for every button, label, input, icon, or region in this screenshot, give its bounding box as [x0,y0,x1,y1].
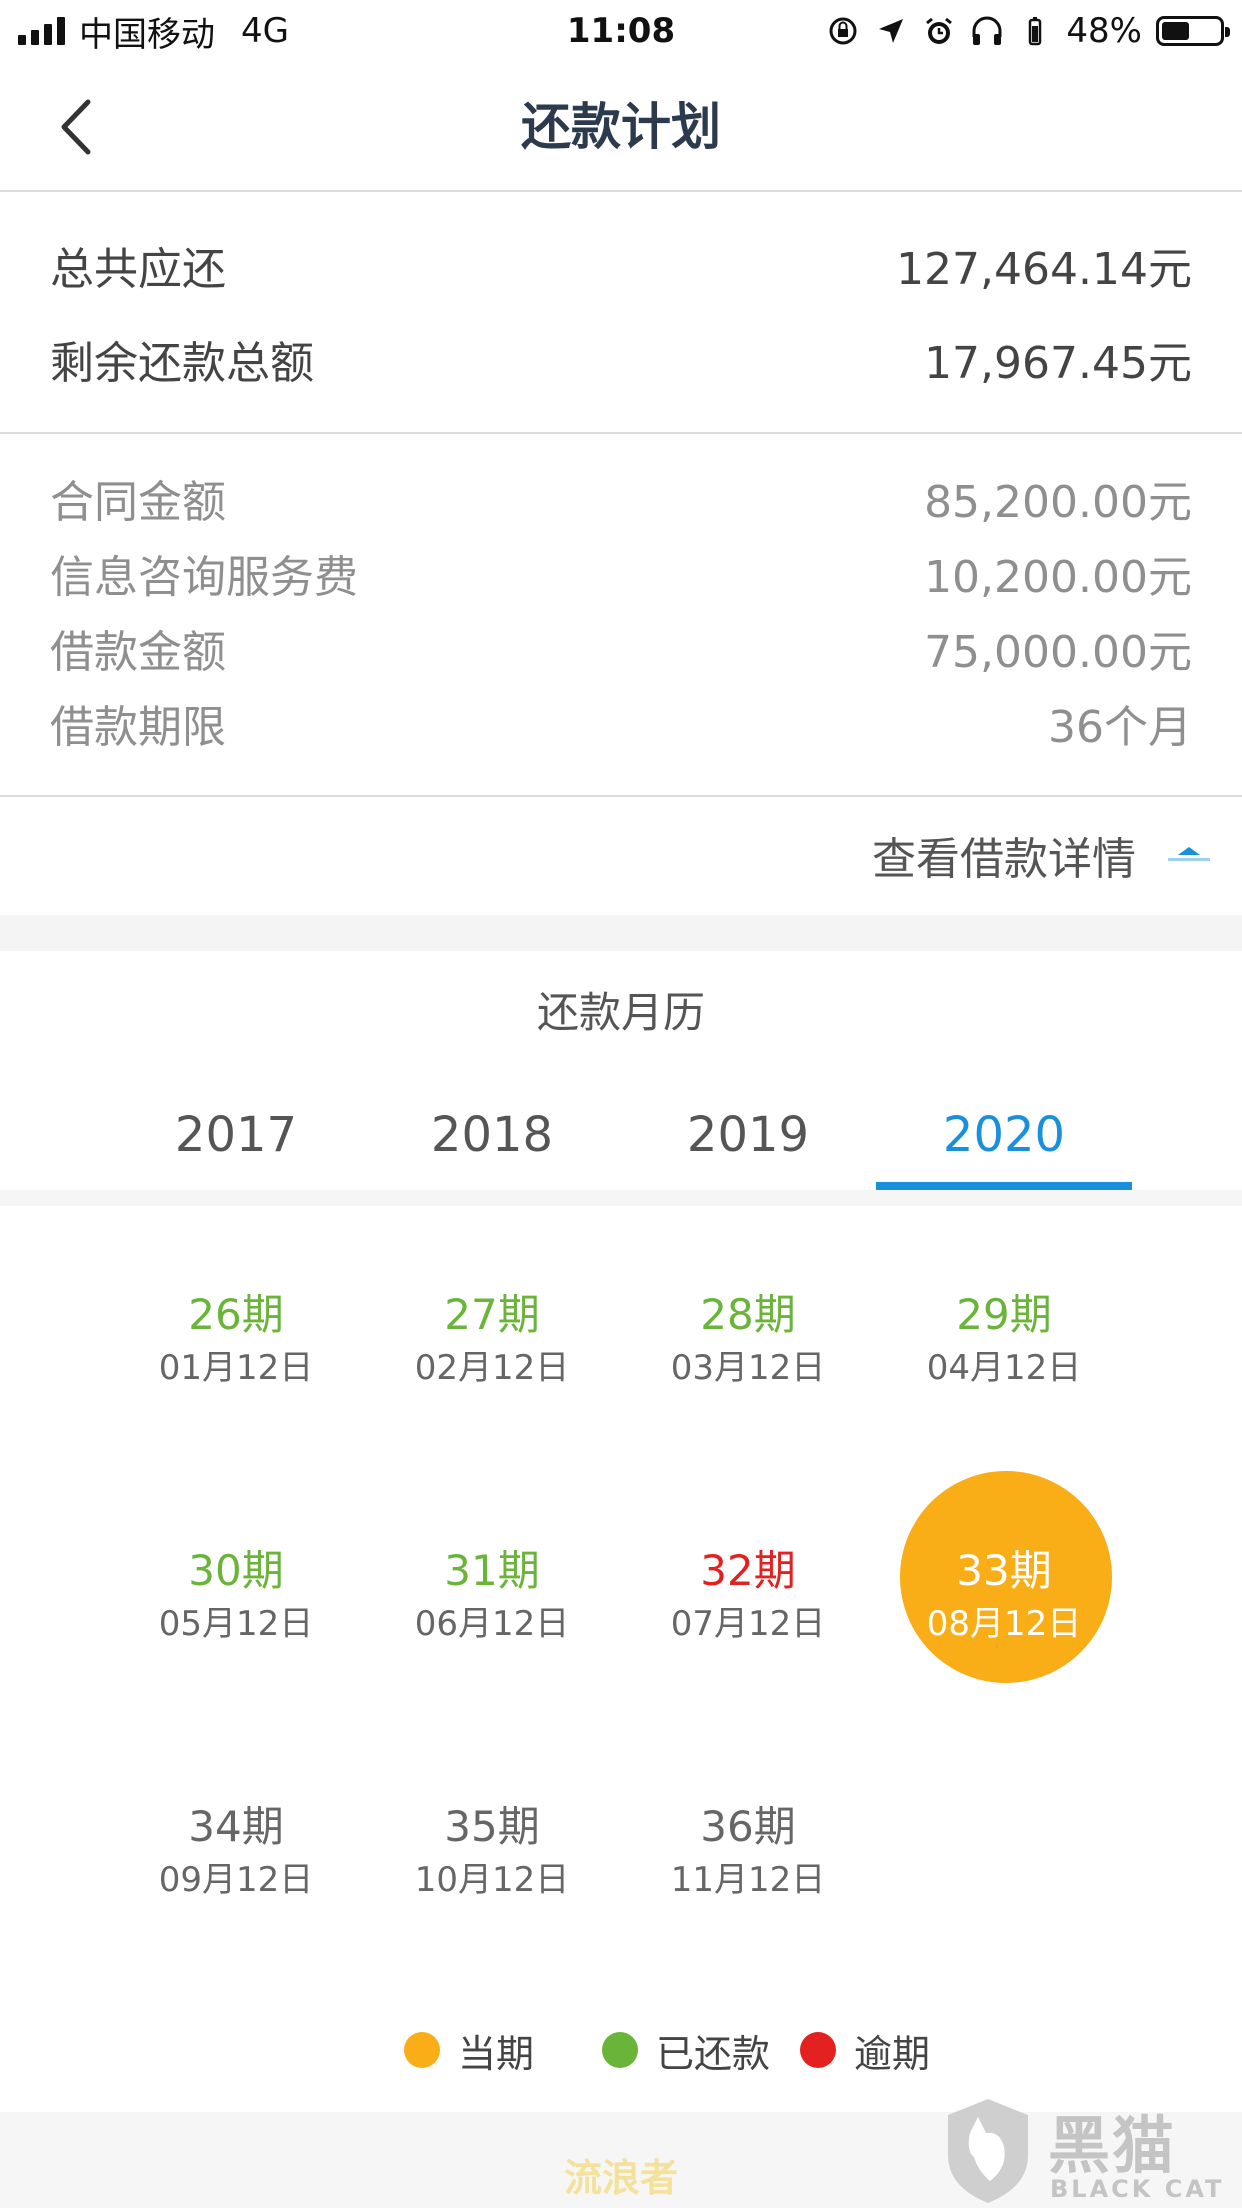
installment-cell[interactable]: 31期 06月12日 [364,1543,620,1649]
tab-2020[interactable]: 2020 [876,1085,1132,1185]
divider [0,432,1242,434]
installment-date: 05月12日 [158,1604,314,1644]
fee-label: 信息咨询服务费 [50,552,358,603]
installment-cell[interactable]: 29期 04月12日 [876,1287,1132,1393]
status-right: 48% [826,8,1230,54]
installment-cell[interactable]: 34期 09月12日 [108,1799,364,1905]
fee-value: 10,200.00元 [924,552,1192,603]
tab-2018[interactable]: 2018 [364,1085,620,1185]
view-loan-details-link[interactable]: 查看借款详情 [872,820,1212,890]
watermark-brand-en: BLACK CAT [1050,2175,1225,2203]
total-due-value: 127,464.14元 [896,244,1192,295]
installment-period: 36期 [700,1802,796,1851]
legend-paid-label: 已还款 [656,2031,771,2076]
rotation-lock-icon [826,14,860,48]
installment-date: 06月12日 [414,1604,570,1644]
calendar-title: 还款月历 [536,988,705,1037]
tab-2019[interactable]: 2019 [620,1085,876,1185]
legend-overdue: 逾期 [800,2020,930,2080]
installment-period: 32期 [700,1546,796,1595]
remaining-label: 剩余还款总额 [50,338,314,389]
contract-value: 85,200.00元 [924,477,1192,528]
installment-date: 09月12日 [158,1860,314,1900]
legend-current-label: 当期 [458,2031,535,2076]
black-cat-logo-icon [948,2099,1028,2203]
principal-row: 借款金额 75,000.00元 [50,618,1192,688]
active-tab-indicator [876,1182,1132,1190]
page-title: 还款计划 [521,98,721,156]
contract-row: 合同金额 85,200.00元 [50,468,1192,538]
legend-current: 当期 [404,2020,534,2080]
legend-paid: 已还款 [602,2020,770,2080]
installment-period: 26期 [188,1290,284,1339]
principal-label: 借款金额 [50,627,226,678]
installment-period: 34期 [188,1802,284,1851]
status-bar: 中国移动 4G 11:08 48% [0,0,1242,62]
installment-cell[interactable]: 28期 03月12日 [620,1287,876,1393]
installment-date: 07月12日 [670,1604,826,1644]
chevron-up-icon [1168,847,1210,861]
total-due-row: 总共应还 127,464.14元 [50,235,1192,305]
tab-2017[interactable]: 2017 [108,1085,364,1185]
installment-date: 03月12日 [670,1348,826,1388]
installment-period: 35期 [444,1802,540,1851]
year-tabs: 2017 2018 2019 2020 [0,1085,1242,1195]
installment-date: 01月12日 [158,1348,314,1388]
tab-separator [0,1190,1242,1206]
term-row: 借款期限 36个月 [50,693,1192,763]
installment-cell-current[interactable]: 33期 08月12日 [876,1471,1132,1683]
alarm-icon [922,14,956,48]
view-loan-details-label: 查看借款详情 [872,834,1136,885]
headphone-battery-icon [1018,14,1052,48]
watermark-brand-cn: 黑猫 [1048,2109,1177,2182]
remaining-value: 17,967.45元 [924,338,1192,389]
installment-period: 30期 [188,1546,284,1595]
installment-period: 28期 [700,1290,796,1339]
installment-cell[interactable]: 36期 11月12日 [620,1799,876,1905]
divider [0,795,1242,797]
term-label: 借款期限 [50,702,226,753]
battery-fill [1162,22,1189,40]
principal-value: 75,000.00元 [924,627,1192,678]
nav-bar: 还款计划 [0,62,1242,192]
battery-percent: 48% [1066,11,1142,51]
term-value: 36个月 [1048,702,1192,753]
installment-period: 33期 [956,1546,1052,1595]
location-icon [874,14,908,48]
battery-icon [1156,16,1230,46]
black-cat-watermark: 黑猫 BLACK CAT [938,2095,1228,2208]
contract-label: 合同金额 [50,477,226,528]
installment-cell[interactable]: 32期 07月12日 [620,1543,876,1649]
installment-period: 27期 [444,1290,540,1339]
installment-date: 02月12日 [414,1348,570,1388]
installment-cell[interactable]: 27期 02月12日 [364,1287,620,1393]
total-due-label: 总共应还 [50,244,226,295]
installment-date: 11月12日 [670,1860,826,1900]
section-separator [0,915,1242,951]
installment-date: 10月12日 [414,1860,570,1900]
fee-row: 信息咨询服务费 10,200.00元 [50,543,1192,613]
green-dot-icon [602,2032,638,2068]
installment-period: 31期 [444,1546,540,1595]
legend-overdue-label: 逾期 [854,2031,931,2076]
headphones-icon [970,14,1004,48]
installment-cell[interactable]: 35期 10月12日 [364,1799,620,1905]
remaining-row: 剩余还款总额 17,967.45元 [50,329,1192,399]
installment-period: 29期 [956,1290,1052,1339]
red-dot-icon [800,2032,836,2068]
installment-date: 04月12日 [926,1348,1082,1388]
installment-cell[interactable]: 26期 01月12日 [108,1287,364,1393]
installment-cell[interactable]: 30期 05月12日 [108,1543,364,1649]
orange-dot-icon [404,2032,440,2068]
installment-date: 08月12日 [926,1604,1082,1644]
